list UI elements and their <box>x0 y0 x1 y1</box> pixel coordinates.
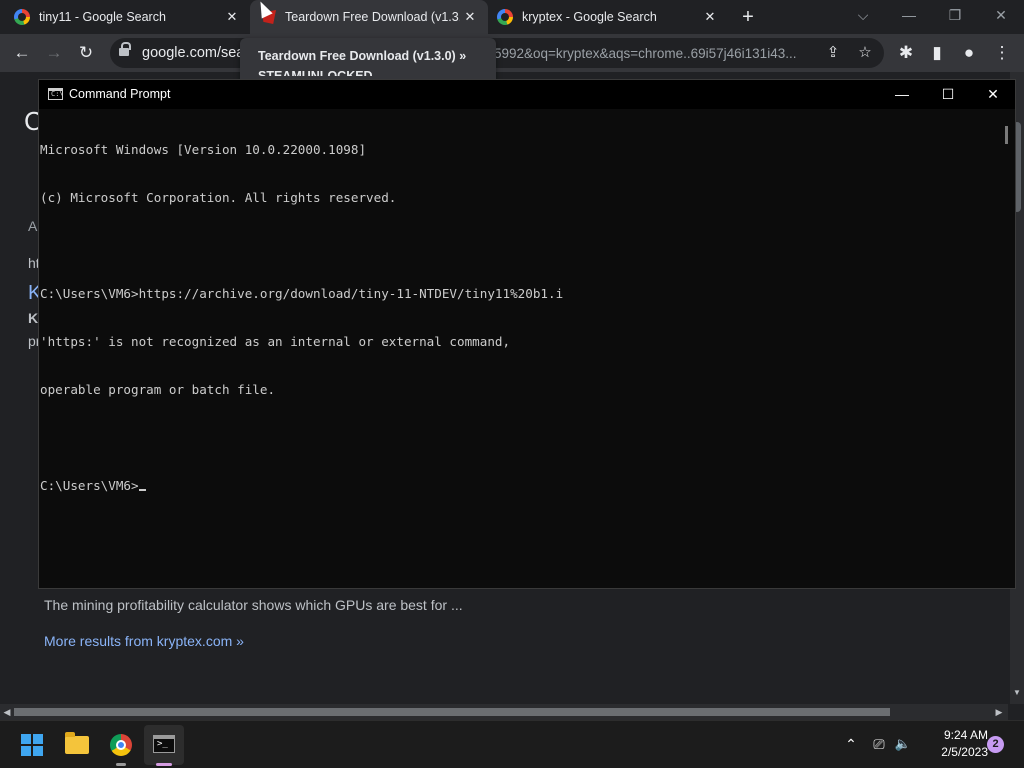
share-icon[interactable]: ⇪ <box>822 42 844 64</box>
notification-badge[interactable]: 2 <box>987 736 1004 753</box>
menu-icon[interactable]: ⋮ <box>990 41 1014 65</box>
url-host: google.com/sea <box>142 45 245 61</box>
scroll-down-icon[interactable]: ▼ <box>1010 688 1024 700</box>
clock[interactable]: 9:24 AM 2/5/2023 <box>920 727 988 761</box>
horizontal-scrollbar-thumb[interactable] <box>14 708 890 716</box>
file-explorer-button[interactable] <box>57 725 97 765</box>
hover-card-title: Teardown Free Download (v1.3.0) » <box>258 49 467 63</box>
star-icon[interactable]: ☆ <box>854 42 876 64</box>
browser-close-button[interactable]: ✕ <box>978 0 1024 30</box>
tab-close-icon[interactable]: ✕ <box>702 9 718 25</box>
start-button[interactable] <box>12 725 52 765</box>
text-cursor <box>138 489 146 491</box>
command-prompt-icon: C:\ <box>48 88 64 100</box>
clock-time: 9:24 AM <box>943 728 988 742</box>
scroll-right-icon[interactable]: ▶ <box>992 704 1006 720</box>
tab-close-icon[interactable]: ✕ <box>462 9 478 25</box>
tab-close-icon[interactable]: ✕ <box>224 9 240 25</box>
taskbar: >_ ⌃ ⎚ 🔈 9:24 AM 2/5/2023 2 <box>0 720 1024 768</box>
show-hidden-icons-chevron-icon[interactable]: ⌃ <box>840 733 862 755</box>
new-tab-button[interactable]: + <box>738 7 758 27</box>
result-bold-fragment: K <box>28 310 39 326</box>
browser-restore-button[interactable]: ❐ <box>932 0 978 30</box>
google-favicon-icon <box>497 9 513 25</box>
side-panel-icon[interactable]: ▮ <box>925 41 949 65</box>
console-line: C:\Users\VM6>https://archive.org/downloa… <box>40 286 564 301</box>
console-prompt: C:\Users\VM6> <box>40 478 139 493</box>
tab-teardown-download[interactable]: Teardown Free Download (v1.3.0) ✕ <box>250 0 488 34</box>
windows-logo-icon <box>21 734 43 756</box>
lock-icon[interactable] <box>119 42 131 58</box>
close-button[interactable]: ✕ <box>970 80 1016 109</box>
terminal-icon: >_ <box>153 735 175 753</box>
command-prompt-taskbar-button[interactable]: >_ <box>144 725 184 766</box>
console-scrollbar[interactable] <box>999 110 1015 588</box>
console-output[interactable]: Microsoft Windows [Version 10.0.22000.10… <box>40 110 1000 588</box>
hover-card-site: STEAMUNLOCKED <box>258 69 373 76</box>
running-indicator <box>116 763 126 766</box>
google-favicon-icon <box>14 9 30 25</box>
result-snippet: The mining profitability calculator show… <box>44 597 463 613</box>
console-line: Microsoft Windows [Version 10.0.22000.10… <box>40 142 367 157</box>
more-results-link[interactable]: More results from kryptex.com » <box>44 633 244 649</box>
browser-minimize-button[interactable]: — <box>886 0 932 30</box>
forward-button[interactable]: → <box>42 41 66 65</box>
active-indicator <box>156 763 172 766</box>
command-prompt-icon-label: C:\ <box>51 90 64 98</box>
console-line: (c) Microsoft Corporation. All rights re… <box>40 190 397 205</box>
tab-kryptex-search[interactable]: kryptex - Google Search ✕ <box>497 0 729 34</box>
console-line: 'https:' is not recognized as an interna… <box>40 334 511 349</box>
tab-search-button[interactable]: ⌵ <box>840 0 886 30</box>
reload-button[interactable]: ↻ <box>74 41 98 65</box>
volume-icon[interactable]: 🔈 <box>892 733 914 755</box>
page-tab-fragment: A <box>28 218 38 234</box>
folder-icon <box>65 732 89 754</box>
tab-title: tiny11 - Google Search <box>39 10 166 24</box>
address-bar[interactable]: google.com/sea 5992&oq=kryptex&aqs=chrom… <box>110 38 884 68</box>
terminal-icon-label: >_ <box>157 739 168 749</box>
window-title: Command Prompt <box>69 87 171 101</box>
command-prompt-titlebar[interactable]: C:\ Command Prompt — ☐ ✕ <box>39 80 1015 109</box>
chrome-icon <box>110 734 132 756</box>
tab-title: kryptex - Google Search <box>522 10 657 24</box>
profile-icon[interactable]: ● <box>957 41 981 65</box>
network-icon[interactable]: ⎚ <box>868 733 890 755</box>
page-horizontal-scrollbar[interactable]: ◀ ▶ <box>0 704 1008 720</box>
scroll-left-icon[interactable]: ◀ <box>0 704 14 720</box>
chrome-taskbar-button[interactable] <box>101 725 141 766</box>
url-query: 5992&oq=kryptex&aqs=chrome..69i57j46i131… <box>494 46 797 61</box>
tab-tiny11-search[interactable]: tiny11 - Google Search ✕ <box>14 0 246 34</box>
console-scrollbar-thumb[interactable] <box>1005 126 1008 144</box>
tab-title: Teardown Free Download (v1.3.0) <box>285 10 460 24</box>
console-prompt-line[interactable]: C:\Users\VM6> <box>40 478 1000 494</box>
maximize-button[interactable]: ☐ <box>925 80 971 109</box>
browser-toolbar: ← → ↻ google.com/sea 5992&oq=kryptex&aqs… <box>0 34 1024 72</box>
console-line: operable program or batch file. <box>40 382 276 397</box>
extensions-icon[interactable]: ✱ <box>894 41 918 65</box>
command-prompt-window[interactable]: C:\ Command Prompt — ☐ ✕ Microsoft Windo… <box>38 79 1016 589</box>
clock-date: 2/5/2023 <box>941 745 988 759</box>
back-button[interactable]: ← <box>10 41 34 65</box>
minimize-button[interactable]: — <box>879 80 925 109</box>
browser-tab-strip: tiny11 - Google Search ✕ Teardown Free D… <box>0 0 1024 34</box>
